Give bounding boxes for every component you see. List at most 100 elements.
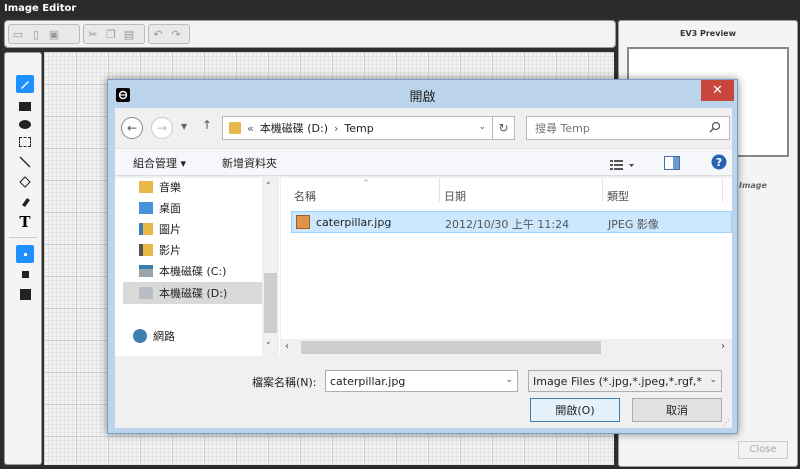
nav-item-label: 桌面 — [159, 202, 181, 215]
svg-text:?: ? — [716, 156, 722, 169]
nav-item-desktop[interactable]: 桌面 — [139, 199, 181, 217]
nav-item-label: 音樂 — [159, 181, 181, 194]
search-input[interactable]: 搜尋 Temp — [526, 116, 730, 140]
dialog-close-button[interactable]: ✕ — [701, 80, 734, 101]
select-rect-tool-icon[interactable] — [16, 133, 34, 151]
open-file-dialog: 開啟 ✕ ← → ▼ ↑ « 本機磁碟 (D:) › Temp ⌄ ↻ 搜尋 T… — [107, 79, 738, 434]
column-header-name[interactable]: 名稱 — [294, 188, 316, 204]
save-icon[interactable]: ▣ — [45, 25, 63, 43]
resize-grip-icon[interactable]: ⋰ — [722, 418, 730, 427]
undo-icon[interactable]: ↶ — [149, 25, 167, 43]
nav-item-label: 圖片 — [159, 223, 181, 236]
forward-icon[interactable]: → — [151, 117, 173, 139]
drive-c-icon — [139, 265, 153, 277]
filled-ellipse-tool-icon[interactable] — [16, 115, 34, 133]
filled-rect-tool-icon[interactable] — [16, 97, 34, 115]
filename-input[interactable]: caterpillar.jpg ⌄ — [325, 370, 518, 392]
cut-icon[interactable]: ✂ — [84, 25, 102, 43]
nav-item-network[interactable]: 網路 — [133, 327, 175, 345]
address-bar[interactable]: « 本機磁碟 (D:) › Temp ⌄ — [222, 116, 493, 140]
file-list-hscrollbar[interactable]: ‹ › — [281, 339, 732, 356]
pencil-tool-icon[interactable] — [16, 75, 34, 93]
preview-title: EV3 Preview — [679, 29, 736, 38]
redo-icon[interactable]: ↷ — [167, 25, 185, 43]
scroll-left-icon[interactable]: ‹ — [285, 341, 289, 352]
fill-bucket-tool-icon[interactable] — [16, 173, 34, 191]
editor-title: Image Editor — [0, 0, 800, 18]
column-header-date[interactable]: 日期 — [444, 188, 466, 204]
scroll-up-icon[interactable]: ˄ — [266, 182, 271, 192]
eraser-tool-icon[interactable] — [16, 193, 34, 211]
line-tool-icon[interactable] — [16, 153, 34, 171]
command-bar: 組合管理 ▾ 新增資料夾 ? — [115, 148, 732, 176]
nav-item-drive-d[interactable]: 本機磁碟 (D:) — [139, 284, 227, 302]
organize-menu[interactable]: 組合管理 ▾ — [133, 155, 186, 171]
file-name: caterpillar.jpg — [316, 216, 392, 229]
file-list: ^ 名稱 日期 類型 caterpillar.jpg 2012/10/30 上午… — [281, 178, 732, 356]
editor-close-button[interactable]: Close — [738, 441, 788, 459]
filename-dropdown-icon[interactable]: ⌄ — [505, 375, 513, 385]
paste-icon[interactable]: ▤ — [120, 25, 138, 43]
toolbar-divider — [9, 237, 37, 238]
sort-ascending-icon: ^ — [363, 179, 369, 187]
column-divider — [439, 178, 440, 202]
filter-dropdown-icon[interactable]: ⌄ — [709, 375, 717, 385]
dialog-title: 開啟 — [409, 90, 436, 105]
nav-item-music[interactable]: 音樂 — [139, 178, 181, 196]
history-tool-group: ↶ ↷ — [148, 24, 190, 44]
breadcrumb-temp[interactable]: Temp — [344, 122, 373, 135]
scroll-right-icon[interactable]: › — [721, 341, 725, 352]
image-label: Image — [739, 181, 767, 190]
file-row-caterpillar[interactable]: caterpillar.jpg 2012/10/30 上午 11:24 JPEG… — [291, 211, 732, 233]
pictures-folder-icon — [139, 223, 153, 235]
refresh-icon[interactable]: ↻ — [493, 116, 515, 140]
navigation-pane: 音樂 桌面 圖片 影片 本機磁碟 (C:) 本機磁碟 (D:) 網路 — [115, 178, 280, 356]
column-header-type[interactable]: 類型 — [607, 188, 629, 204]
filename-value: caterpillar.jpg — [330, 374, 406, 388]
help-icon[interactable]: ? — [711, 154, 727, 174]
brush-size-large-icon[interactable] — [16, 285, 34, 303]
hscroll-thumb[interactable] — [301, 341, 601, 354]
scroll-thumb[interactable] — [264, 273, 277, 333]
address-overflow-chevron[interactable]: « — [247, 122, 254, 135]
music-folder-icon — [139, 181, 153, 193]
text-tool-icon[interactable]: T — [16, 213, 34, 231]
breadcrumb-drive[interactable]: 本機磁碟 (D:) — [260, 120, 328, 136]
cancel-button[interactable]: 取消 — [632, 398, 722, 422]
left-toolbar: T — [4, 52, 42, 465]
recent-locations-icon[interactable]: ▼ — [181, 122, 187, 131]
dialog-titlebar[interactable]: 開啟 ✕ — [108, 80, 737, 108]
preview-pane-icon[interactable] — [664, 155, 680, 174]
filename-label: 檔案名稱(N): — [252, 376, 317, 389]
nav-item-videos[interactable]: 影片 — [139, 241, 181, 259]
column-divider — [602, 178, 603, 202]
file-date: 2012/10/30 上午 11:24 — [445, 218, 570, 231]
brush-size-small-icon[interactable] — [16, 245, 34, 263]
network-icon — [133, 329, 147, 343]
file-type-filter[interactable]: Image Files (*.jpg,*.jpeg,*.rgf,* ⌄ — [528, 370, 722, 392]
open-folder-icon[interactable]: ▭ — [9, 25, 27, 43]
nav-item-drive-c[interactable]: 本機磁碟 (C:) — [139, 262, 226, 280]
brush-size-medium-icon[interactable] — [16, 265, 34, 283]
desktop-folder-icon — [139, 202, 153, 214]
file-type-filter-value: Image Files (*.jpg,*.jpeg,*.rgf,* — [533, 374, 702, 388]
copy-icon[interactable]: ❐ — [102, 25, 120, 43]
address-dropdown-icon[interactable]: ⌄ — [478, 122, 486, 132]
scroll-down-icon[interactable]: ˅ — [266, 342, 271, 352]
top-toolbar: ▭ ▯ ▣ ✂ ❐ ▤ ↶ ↷ — [4, 20, 616, 48]
column-divider — [722, 178, 723, 202]
new-folder-button[interactable]: 新增資料夾 — [222, 155, 277, 171]
back-icon[interactable]: ← — [121, 117, 143, 139]
new-file-icon[interactable]: ▯ — [27, 25, 45, 43]
open-button[interactable]: 開啟(O) — [530, 398, 620, 422]
folder-icon — [229, 122, 241, 134]
nav-item-label: 本機磁碟 (C:) — [159, 265, 227, 278]
view-options-icon[interactable] — [610, 156, 636, 175]
up-level-icon[interactable]: ↑ — [202, 118, 212, 132]
search-placeholder: 搜尋 Temp — [535, 122, 590, 135]
search-icon — [709, 121, 721, 136]
nav-item-pictures[interactable]: 圖片 — [139, 220, 181, 238]
navigation-scrollbar[interactable]: ˄ ˅ — [262, 178, 279, 356]
nav-item-label: 網路 — [153, 330, 175, 343]
file-tool-group: ▭ ▯ ▣ — [8, 24, 80, 44]
